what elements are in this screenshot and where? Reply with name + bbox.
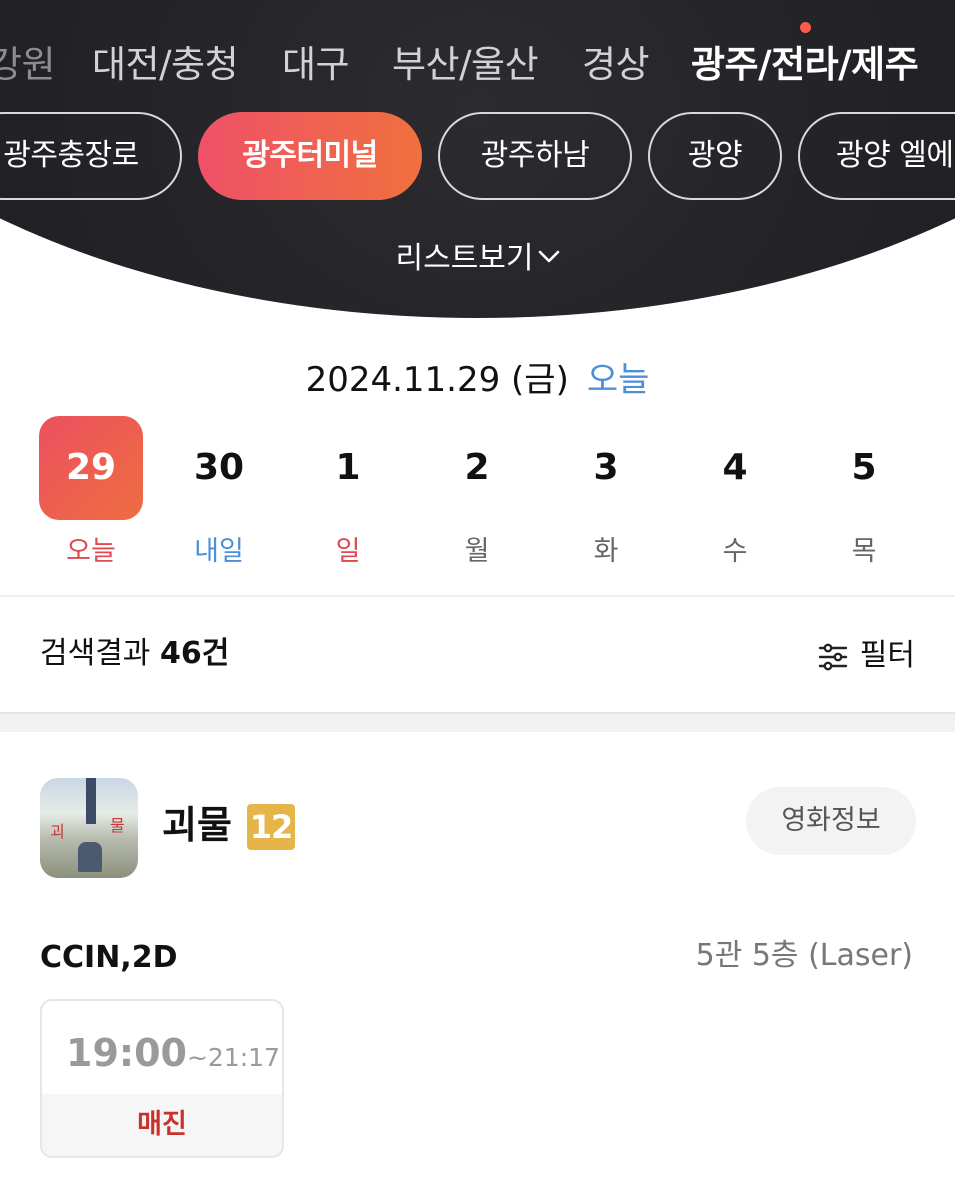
selected-date: 2024.11.29 (금) 오늘	[0, 356, 955, 404]
theater-chip-gwangju-chungjangro[interactable]: 광주충장로	[0, 112, 182, 200]
theater-chip-label: 광양	[687, 138, 743, 173]
chevron-down-icon	[538, 236, 560, 280]
filter-button[interactable]: 필터	[818, 634, 915, 678]
day-5[interactable]: 5 목	[812, 416, 916, 576]
region-tab-gangwon[interactable]: 강원	[0, 40, 56, 90]
theater-chip-label: 광주터미널	[242, 138, 378, 173]
day-number: 30	[193, 447, 245, 488]
day-number: 3	[593, 447, 619, 488]
movie-poster[interactable]: 괴 물	[40, 778, 138, 878]
list-view-label: 리스트보기	[395, 241, 534, 276]
day-29[interactable]: 29 오늘	[39, 416, 143, 576]
result-count: 46건	[159, 636, 230, 671]
divider	[0, 595, 955, 597]
day-label: 화	[593, 536, 619, 567]
theater-chip-label: 광주하남	[480, 138, 590, 173]
sold-out-status: 매진	[42, 1094, 282, 1156]
theater-chip-gwangju-terminal[interactable]: 광주터미널	[198, 112, 422, 200]
result-prefix: 검색결과	[40, 636, 151, 671]
showtime-start: 19:00	[66, 1031, 187, 1075]
region-tab-gyeongsang[interactable]: 경상	[582, 40, 650, 90]
day-2[interactable]: 2 월	[425, 416, 529, 576]
day-number: 1	[335, 447, 361, 488]
showtime-end: ~21:17	[186, 1043, 280, 1072]
movie-info-button[interactable]: 영화정보	[746, 787, 916, 855]
today-link[interactable]: 오늘	[587, 360, 650, 400]
theater-chips: 광주충장로 광주터미널 광주하남 광양 광양 엘에이	[0, 112, 955, 200]
poster-title-right: 물	[110, 816, 125, 835]
day-1[interactable]: 1 일	[296, 416, 400, 576]
region-header: 강원 대전/충청 대구 부산/울산 경상 광주/전라/제주 광주충장로 광주터미…	[0, 0, 955, 320]
day-label: 월	[464, 536, 490, 567]
day-label: 일	[335, 536, 361, 567]
showtime-time: 19:00~21:17	[66, 1031, 280, 1075]
day-4[interactable]: 4 수	[683, 416, 787, 576]
new-indicator-dot	[800, 22, 811, 33]
filter-sliders-icon	[818, 641, 848, 671]
region-tabs: 강원 대전/충청 대구 부산/울산 경상 광주/전라/제주	[0, 40, 955, 90]
poster-title-left: 괴	[50, 822, 65, 841]
date-text: 2024.11.29 (금)	[305, 360, 569, 400]
day-number: 2	[464, 447, 490, 488]
region-tab-busan-ulsan[interactable]: 부산/울산	[392, 40, 539, 90]
day-label: 수	[722, 536, 748, 567]
region-tab-daegu[interactable]: 대구	[282, 40, 350, 90]
theater-chip-label: 광주충장로	[3, 138, 139, 173]
day-label: 오늘	[66, 536, 116, 567]
list-view-toggle[interactable]: 리스트보기	[0, 236, 955, 281]
showtime-card[interactable]: 19:00~21:17 매진	[40, 999, 284, 1158]
hall-info: 5관 5층 (Laser)	[695, 938, 913, 973]
day-number: 5	[851, 447, 877, 488]
filter-label: 필터	[859, 638, 915, 673]
region-tab-daejeon-chungcheong[interactable]: 대전/충청	[92, 40, 239, 90]
theater-chip-gwangyang[interactable]: 광양	[648, 112, 782, 200]
day-label: 내일	[194, 536, 244, 567]
region-tab-gwangju-jeolla-jeju[interactable]: 광주/전라/제주	[691, 40, 919, 90]
day-number: 4	[722, 447, 748, 488]
poster-child	[78, 842, 102, 872]
movie-title[interactable]: 괴물	[162, 800, 232, 850]
day-number: 29	[39, 416, 143, 520]
poster-figure	[86, 778, 96, 824]
age-rating-badge: 12	[247, 804, 295, 850]
theater-chip-label: 광양 엘에이	[836, 138, 955, 173]
theater-chip-gwangyang-la[interactable]: 광양 엘에이	[798, 112, 955, 200]
theater-chip-gwangju-hanam[interactable]: 광주하남	[438, 112, 632, 200]
screening-format: CCIN,2D	[40, 940, 178, 975]
search-result-count: 검색결과 46건	[40, 632, 229, 676]
day-30[interactable]: 30 내일	[167, 416, 271, 576]
day-label: 목	[851, 536, 877, 567]
section-divider	[0, 712, 955, 732]
day-3[interactable]: 3 화	[554, 416, 658, 576]
